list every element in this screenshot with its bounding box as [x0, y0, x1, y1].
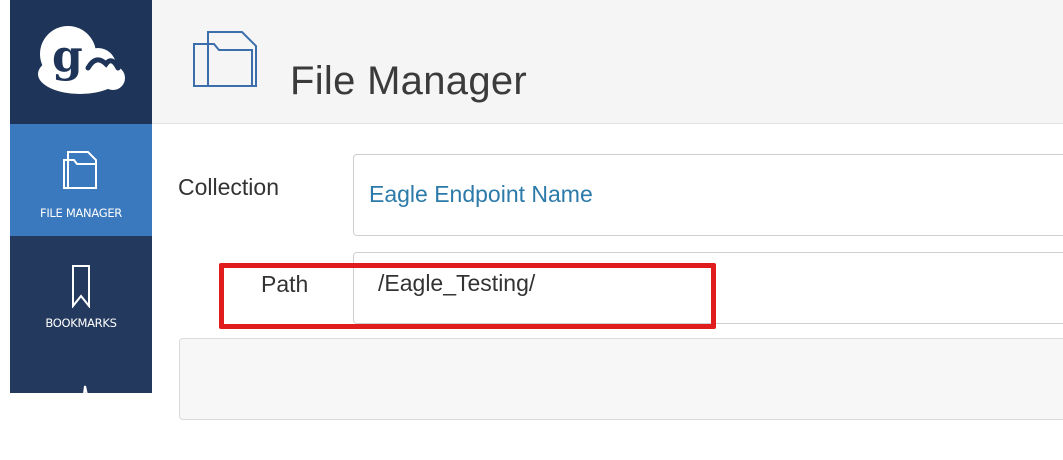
- sidebar-item-activity[interactable]: [10, 348, 152, 460]
- page-title: File Manager: [290, 58, 528, 103]
- logo-area[interactable]: g: [10, 0, 152, 124]
- svg-text:g: g: [52, 31, 83, 82]
- collection-input[interactable]: Eagle Endpoint Name: [353, 154, 1063, 236]
- sidebar-item-label: BOOKMARKS: [45, 316, 117, 330]
- path-label: Path: [261, 271, 309, 297]
- collection-label: Collection: [178, 174, 279, 200]
- bookmark-icon: [72, 265, 90, 308]
- activity-icon: [69, 385, 90, 416]
- sidebar-item-label: FILE MANAGER: [40, 206, 122, 220]
- folder-icon: [193, 31, 257, 87]
- sidebar-item-file-manager[interactable]: FILE MANAGER: [10, 124, 152, 236]
- path-input[interactable]: /Eagle_Testing/: [353, 252, 1063, 324]
- sidebar: g FILE MANAGER BOOKMARKS: [10, 0, 152, 416]
- file-list-panel[interactable]: [179, 338, 1063, 420]
- folder-icon: [63, 151, 97, 189]
- globus-logo-icon: g: [38, 26, 125, 94]
- page-header: File Manager: [152, 0, 1063, 124]
- main-content: File Manager Collection Eagle Endpoint N…: [152, 0, 1063, 420]
- window-edge: [0, 0, 10, 393]
- sidebar-item-bookmarks[interactable]: BOOKMARKS: [10, 236, 152, 348]
